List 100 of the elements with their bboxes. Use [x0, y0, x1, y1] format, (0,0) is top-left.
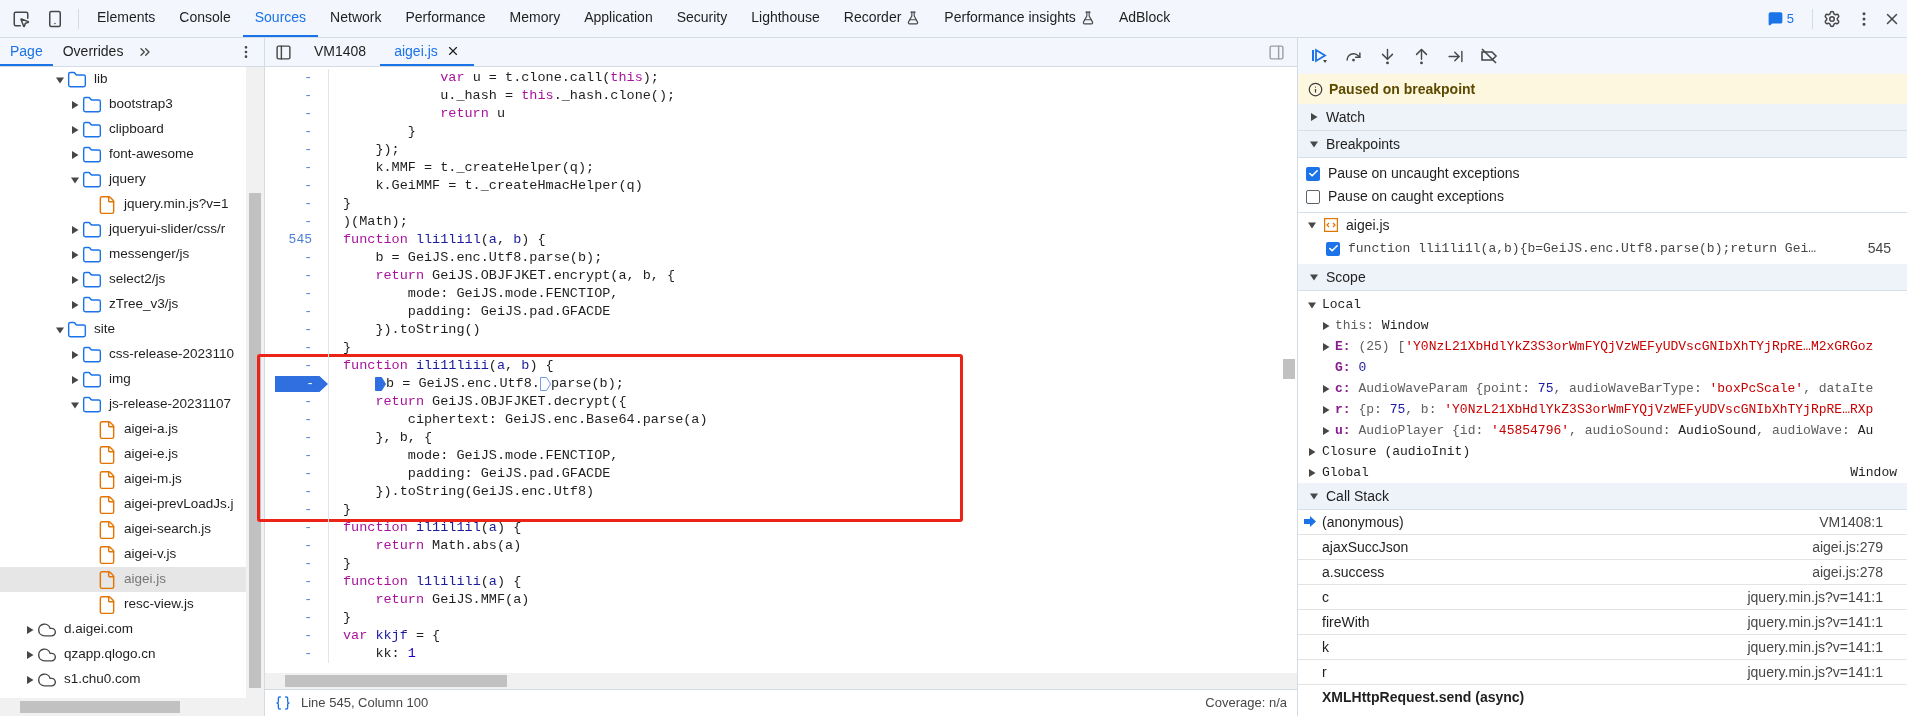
disclosure-triangle-icon[interactable]	[71, 400, 79, 409]
disclosure-triangle-icon[interactable]	[56, 75, 64, 84]
disclosure-triangle-icon[interactable]	[71, 150, 79, 159]
panel-tab[interactable]: Lighthouse	[739, 0, 832, 37]
disclosure-triangle-icon[interactable]	[71, 175, 79, 184]
tree-item[interactable]: aigei-prevLoadJs.j	[0, 492, 246, 517]
disclosure-triangle-icon[interactable]	[26, 625, 34, 634]
disclosure-triangle-icon[interactable]	[71, 375, 79, 384]
tree-item[interactable]: qzapp.qlogo.cn	[0, 642, 246, 667]
disclosure-triangle-icon[interactable]	[26, 675, 34, 684]
tree-item[interactable]: aigei-v.js	[0, 542, 246, 567]
panel-tab[interactable]: Performance	[393, 0, 498, 37]
tree-item[interactable]: d.aigei.com	[0, 617, 246, 642]
inspect-element-icon[interactable]	[12, 9, 30, 28]
checkbox[interactable]	[1306, 166, 1320, 181]
tree-item[interactable]: messenger/js	[0, 242, 246, 267]
scope-variable[interactable]: G: 0	[1335, 357, 1367, 378]
scope-group[interactable]: Global	[1322, 462, 1369, 483]
panel-tab[interactable]: Elements	[85, 0, 168, 37]
breakpoint-location-icon[interactable]	[375, 377, 386, 391]
scope-variable[interactable]: E: (25) ['Y0NzL21XbHdlYkZ3S3orWmFYQjVzWEFyUDVscGNIbXhTYjRpRE…M2xGRGoz	[1335, 336, 1874, 357]
horizontal-scrollbar[interactable]	[265, 673, 1297, 689]
section-header[interactable]: Breakpoints	[1298, 131, 1907, 158]
navigator-tab[interactable]: Overrides	[52, 38, 134, 66]
section-header[interactable]: Call Stack	[1298, 483, 1907, 510]
tree-item[interactable]: aigei-m.js	[0, 467, 246, 492]
call-frame[interactable]: ajaxSuccJson aigei.js:279	[1298, 535, 1907, 560]
disclosure-triangle-icon[interactable]	[1310, 140, 1318, 148]
tree-item[interactable]: zTree_v3/js	[0, 292, 246, 317]
tree-item[interactable]: site	[0, 317, 246, 342]
disclosure-triangle-icon[interactable]	[1310, 113, 1318, 121]
call-frame[interactable]: (anonymous) VM1408:1	[1298, 510, 1907, 535]
scope-group[interactable]: Local	[1322, 294, 1361, 315]
disclosure-triangle-icon[interactable]	[71, 100, 79, 109]
horizontal-scrollbar[interactable]	[0, 698, 264, 716]
tree-item[interactable]: s1.chu0.com	[0, 667, 246, 692]
checkbox[interactable]	[1326, 241, 1340, 256]
call-frame[interactable]: c jquery.min.js?v=141:1	[1298, 585, 1907, 610]
disclosure-triangle-icon[interactable]	[71, 250, 79, 259]
disclosure-triangle-icon[interactable]	[1308, 300, 1316, 309]
disclosure-triangle-icon[interactable]	[1308, 468, 1316, 477]
tree-item[interactable]: aigei.js	[0, 567, 246, 592]
panel-tab[interactable]: Security	[664, 0, 740, 37]
scope-group[interactable]: Closure (audioInit)	[1322, 441, 1471, 462]
call-frame[interactable]: k jquery.min.js?v=141:1	[1298, 635, 1907, 660]
tree-item[interactable]: resc-view.js	[0, 592, 246, 617]
disclosure-triangle-icon[interactable]	[1322, 426, 1330, 435]
pretty-print-icon[interactable]	[275, 695, 291, 711]
tree-item[interactable]: select2/js	[0, 267, 246, 292]
breakpoint-location-icon[interactable]	[539, 377, 551, 391]
disclosure-triangle-icon[interactable]	[71, 300, 79, 309]
toggle-debugger-icon[interactable]	[1268, 43, 1285, 61]
disclosure-triangle-icon[interactable]	[56, 325, 64, 334]
call-frame[interactable]: a.success aigei.js:278	[1298, 560, 1907, 585]
tree-item[interactable]: jqueryui-slider/css/r	[0, 217, 246, 242]
disclosure-triangle-icon[interactable]	[1322, 384, 1330, 393]
panel-tab[interactable]: Recorder	[831, 0, 933, 37]
disclosure-triangle-icon[interactable]	[71, 350, 79, 359]
disclosure-triangle-icon[interactable]	[71, 275, 79, 284]
navigator-tab[interactable]: Page	[0, 38, 53, 66]
checkbox-label[interactable]: Pause on uncaught exceptions	[1328, 163, 1520, 184]
disclosure-triangle-icon[interactable]	[71, 125, 79, 134]
tree-item[interactable]: aigei-e.js	[0, 442, 246, 467]
section-header[interactable]: Watch	[1298, 104, 1907, 131]
tree-item[interactable]: js-release-20231107	[0, 392, 246, 417]
scope-variable[interactable]: c: AudioWaveParam {point: 75, audioWaveBarType: 'boxPcScale', dataIte	[1335, 378, 1874, 399]
tree-item[interactable]: aigei-a.js	[0, 417, 246, 442]
checkbox[interactable]	[1306, 189, 1320, 204]
file-tab[interactable]: VM1408	[300, 38, 381, 66]
file-tab[interactable]: aigei.js	[380, 38, 474, 66]
breakpoint-code[interactable]: function lli1li1l(a,b){b=GeiJS.enc.Utf8.parse(b);return Gei…	[1348, 238, 1817, 259]
disclosure-triangle-icon[interactable]	[71, 225, 79, 234]
tree-item[interactable]: img	[0, 367, 246, 392]
disclosure-triangle-icon[interactable]	[1310, 273, 1318, 281]
call-frame[interactable]: r jquery.min.js?v=141:1	[1298, 660, 1907, 685]
scope-variable[interactable]: r: {p: 75, b: 'Y0NzL21XbHdlYkZ3S3orWmFYQjVzWEFyUDVscGNIbXhTYjRpRE…RXp	[1335, 399, 1874, 420]
panel-tab[interactable]: Console	[167, 0, 243, 37]
settings-icon[interactable]	[1823, 9, 1841, 28]
disclosure-triangle-icon[interactable]	[1322, 405, 1330, 414]
checkbox-label[interactable]: Pause on caught exceptions	[1328, 186, 1504, 207]
tree-item[interactable]: jquery.min.js?v=1	[0, 192, 246, 217]
tree-item[interactable]: jquery	[0, 167, 246, 192]
disclosure-triangle-icon[interactable]	[1310, 492, 1318, 500]
tree-item[interactable]: font-awesome	[0, 142, 246, 167]
disclosure-triangle-icon[interactable]	[1308, 221, 1316, 229]
breakpoint-file-name[interactable]: aigei.js	[1346, 214, 1390, 236]
disclosure-triangle-icon[interactable]	[1308, 447, 1316, 456]
scope-variable[interactable]: u: AudioPlayer {id: '45854796', audioSound: AudioSound, audioWave: Au	[1335, 420, 1874, 441]
disclosure-triangle-icon[interactable]	[1322, 342, 1330, 351]
tree-item[interactable]: aigei-search.js	[0, 517, 246, 542]
call-frame[interactable]: fireWith jquery.min.js?v=141:1	[1298, 610, 1907, 635]
panel-tab[interactable]: Performance insights	[932, 0, 1107, 37]
panel-tab[interactable]: Network	[318, 0, 394, 37]
tree-item[interactable]: bootstrap3	[0, 92, 246, 117]
panel-tab[interactable]: Application	[572, 0, 665, 37]
panel-tab[interactable]: AdBlock	[1106, 0, 1183, 37]
tree-item[interactable]: clipboard	[0, 117, 246, 142]
scope-variable[interactable]: this: Window	[1335, 315, 1429, 336]
disclosure-triangle-icon[interactable]	[26, 650, 34, 659]
device-toolbar-icon[interactable]	[46, 9, 64, 28]
